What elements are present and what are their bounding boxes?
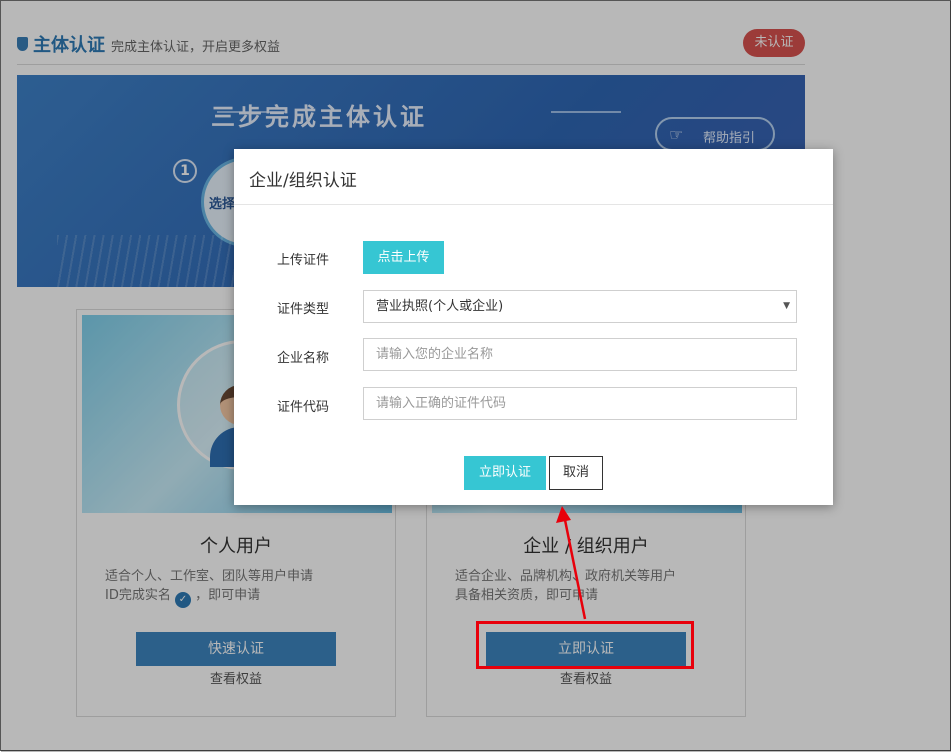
annotation-arrow [556,506,587,620]
app-frame: 主体认证 完成主体认证，开启更多权益 未认证 三步完成主体认证 ☞ 帮助指引 1… [0,0,951,752]
